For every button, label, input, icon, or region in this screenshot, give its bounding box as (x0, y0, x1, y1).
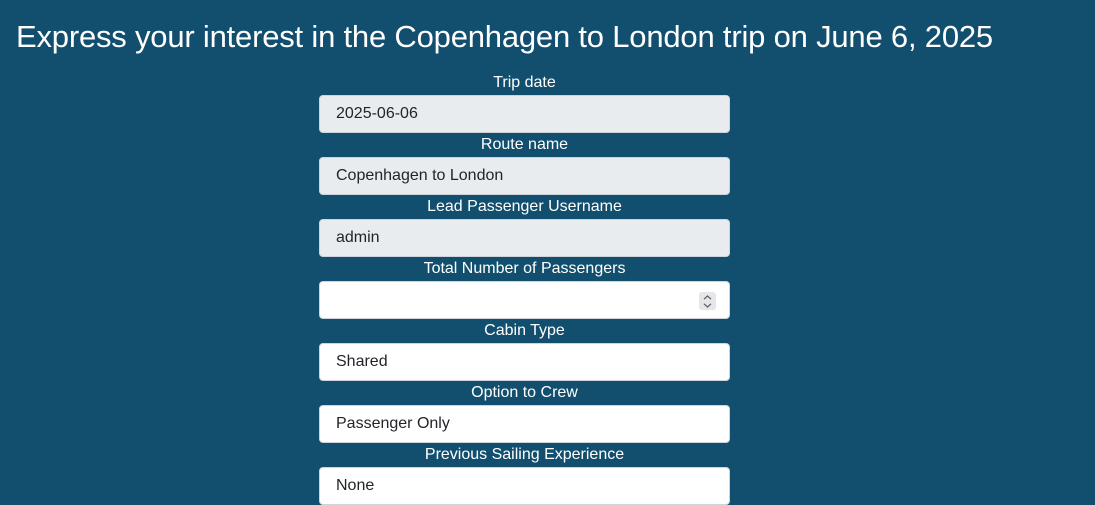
page-title: Express your interest in the Copenhagen … (16, 19, 993, 54)
route-name-field-group: Route name Copenhagen to London (319, 134, 730, 196)
page: Express your interest in the Copenhagen … (0, 0, 1095, 505)
total-passengers-field-group: Total Number of Passengers (319, 258, 730, 320)
lead-passenger-field-group: Lead Passenger Username admin (319, 196, 730, 258)
option-to-crew-select[interactable]: Passenger Only (319, 405, 730, 443)
lead-passenger-label: Lead Passenger Username (427, 198, 622, 215)
cabin-type-field-group: Cabin Type Shared (319, 320, 730, 382)
cabin-type-select[interactable]: Shared (319, 343, 730, 381)
chevron-up-icon[interactable] (703, 294, 712, 300)
sailing-experience-select[interactable]: None (319, 467, 730, 505)
trip-interest-form: Trip date 2025-06-06 Route name Copenhag… (319, 72, 730, 505)
lead-passenger-input[interactable]: admin (319, 219, 730, 257)
trip-date-label: Trip date (493, 74, 556, 91)
chevron-up-down-icon[interactable] (699, 292, 716, 310)
sailing-experience-label: Previous Sailing Experience (424, 446, 625, 463)
route-name-label: Route name (480, 136, 569, 153)
sailing-experience-field-group: Previous Sailing Experience None (319, 444, 730, 505)
option-to-crew-label: Option to Crew (471, 384, 578, 401)
total-passengers-input[interactable] (319, 281, 730, 319)
trip-date-input[interactable]: 2025-06-06 (319, 95, 730, 133)
total-passengers-label: Total Number of Passengers (423, 260, 626, 277)
trip-date-field-group: Trip date 2025-06-06 (319, 72, 730, 134)
route-name-input[interactable]: Copenhagen to London (319, 157, 730, 195)
cabin-type-label: Cabin Type (484, 322, 565, 339)
option-to-crew-field-group: Option to Crew Passenger Only (319, 382, 730, 444)
chevron-down-icon[interactable] (703, 302, 712, 308)
